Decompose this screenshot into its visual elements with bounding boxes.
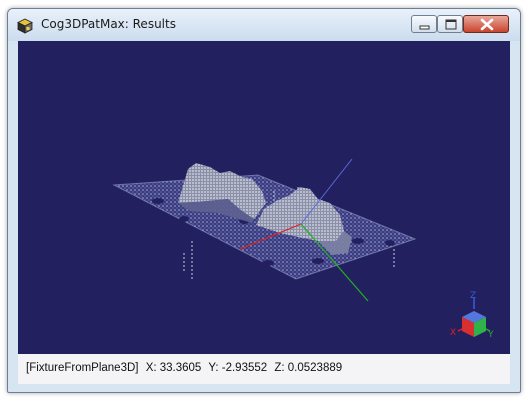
results-window: Cog3DPatMax: Results Z X Y [FixtureFromP… [7,8,521,393]
z-axis-label: Z [470,291,476,301]
status-bar: [FixtureFromPlane3D] X: 33.3605 Y: -2.93… [18,354,510,384]
x-axis-label: X [450,328,456,338]
z-coordinate: Z: 0.0523889 [274,362,343,374]
minimize-button[interactable] [411,15,437,33]
y-coordinate: Y: -2.93552 [208,362,268,374]
close-button[interactable] [463,15,509,33]
y-axis-label: Y [487,330,494,340]
title-bar[interactable]: Cog3DPatMax: Results [8,9,520,41]
window-title: Cog3DPatMax: Results [41,17,176,31]
minimize-icon [419,25,430,30]
3d-viewport[interactable]: Z X Y [18,41,510,354]
orientation-cube-icon: Z X Y [450,291,494,340]
status-text: [FixtureFromPlane3D] X: 33.3605 Y: -2.93… [26,362,346,374]
close-icon [480,18,494,31]
fixture-label: [FixtureFromPlane3D] [26,362,139,374]
maximize-button[interactable] [437,15,463,33]
cube-icon [17,18,33,34]
maximize-icon [445,19,457,30]
x-coordinate: X: 33.3605 [145,362,202,374]
